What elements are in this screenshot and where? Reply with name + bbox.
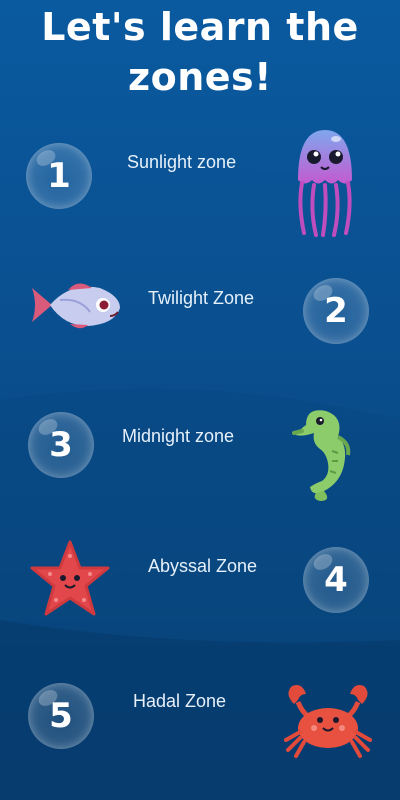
zone-5-number: 5 (49, 696, 73, 736)
zone-4-label: Abyssal Zone (148, 556, 258, 576)
zone-1-label: Sunlight zone (127, 152, 237, 172)
zone-1-number: 1 (47, 156, 71, 196)
zone-5-bubble: 5 (28, 683, 94, 749)
starfish-icon (30, 540, 110, 616)
zone-4-number: 4 (324, 560, 348, 600)
zone-2-label: Twilight Zone (148, 288, 255, 308)
background-waves (0, 167, 400, 800)
zone-3-label: Midnight zone (122, 426, 235, 446)
zone-2-bubble: 2 (303, 278, 369, 344)
fish-icon (32, 283, 120, 329)
zone-4-bubble: 4 (303, 547, 369, 613)
title-line-2: zones! (128, 55, 272, 99)
zone-5-label: Hadal Zone (133, 691, 227, 711)
seahorse-icon (292, 410, 351, 501)
jellyfish-icon (298, 130, 352, 237)
zone-3-number: 3 (49, 425, 73, 465)
zone-2-number: 2 (324, 291, 348, 331)
title-line-1: Let's learn the (41, 5, 359, 49)
zone-3-bubble: 3 (28, 412, 94, 478)
page-title: Let's learn the zones! (0, 2, 400, 102)
crab-icon (284, 685, 372, 758)
zone-1-bubble: 1 (26, 143, 92, 209)
